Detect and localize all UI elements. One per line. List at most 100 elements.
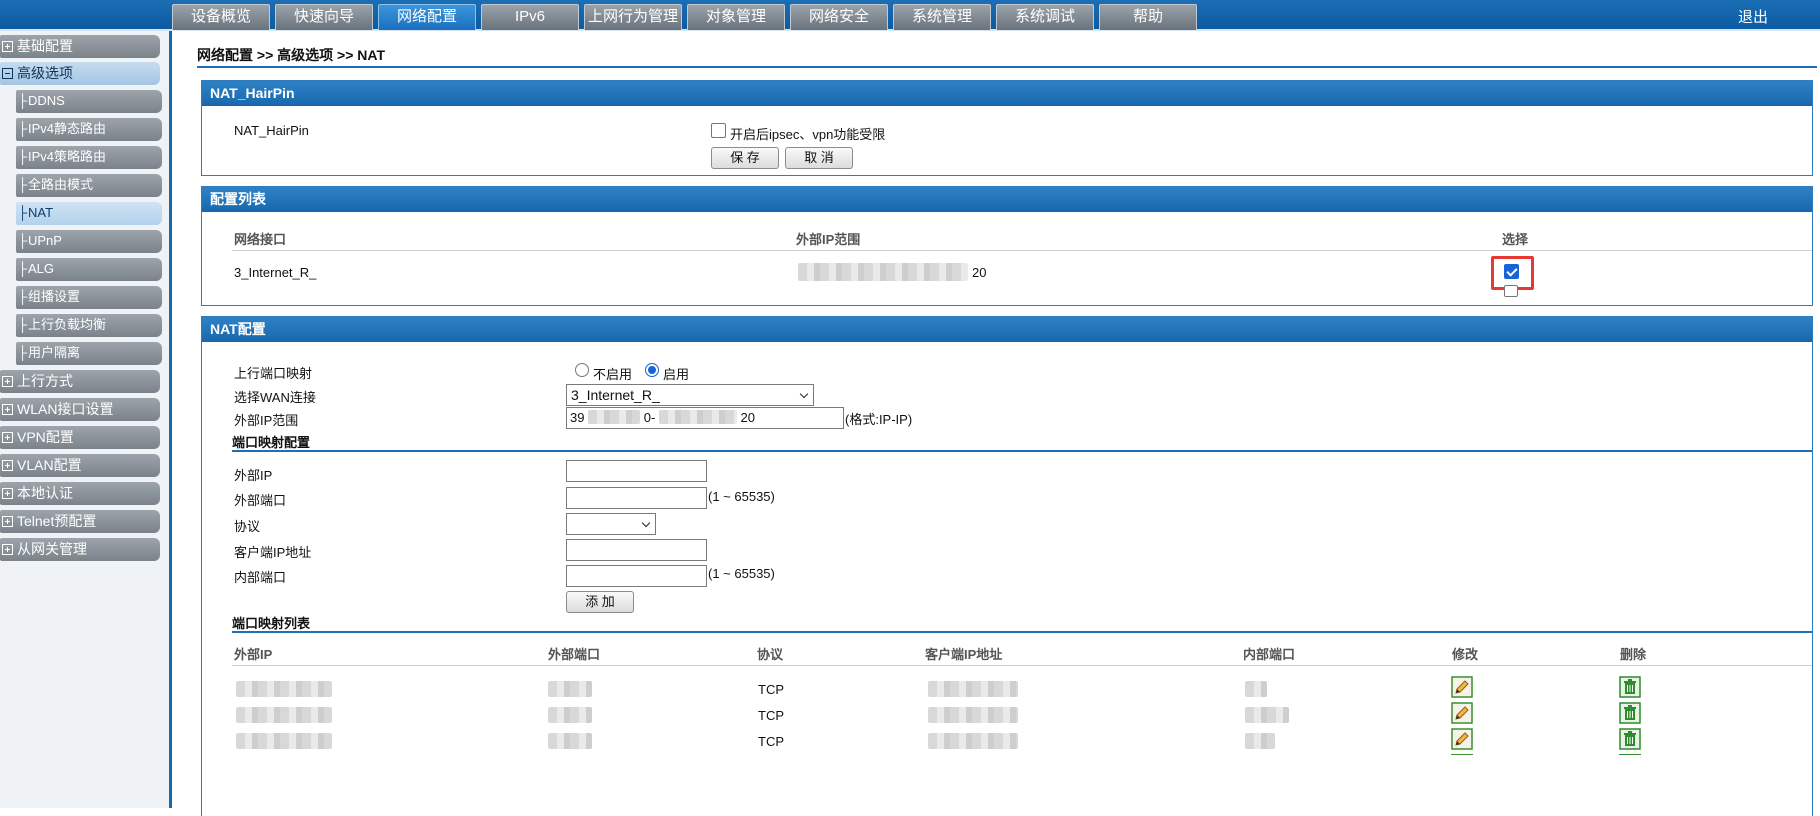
sidebar-item-full-route-mode[interactable]: ├全路由模式 — [16, 174, 162, 197]
sidebar-group-basic-config[interactable]: 基础配置 — [0, 35, 160, 58]
expand-plus-icon — [2, 488, 13, 499]
sidebar-group-uplink-mode[interactable]: 上行方式 — [0, 370, 160, 393]
tab-quick-wizard[interactable]: 快速向导 — [275, 4, 373, 30]
sidebar-group-advanced-options[interactable]: 高级选项 — [0, 62, 160, 85]
config-row-2-select-checkbox[interactable] — [1504, 285, 1518, 297]
tab-network-security[interactable]: 网络安全 — [790, 4, 888, 30]
tab-ipv6[interactable]: IPv6 — [481, 4, 579, 30]
radio-disable[interactable] — [575, 363, 589, 377]
cancel-button[interactable]: 取 消 — [785, 147, 853, 169]
sidebar-group-label: 基础配置 — [17, 38, 73, 54]
tree-branch-icon: ├ — [18, 289, 28, 304]
pencil-edit-icon[interactable] — [1451, 754, 1473, 760]
redacted-client-ip — [928, 707, 1018, 723]
sidebar-item-nat[interactable]: ├NAT — [16, 202, 162, 225]
sidebar-group-label: 本地认证 — [17, 485, 73, 501]
ext-ip-range-input[interactable]: 39 0- 20 — [566, 407, 844, 429]
tree-branch-icon: ├ — [18, 317, 28, 332]
chevron-down-icon — [641, 518, 651, 528]
expand-plus-icon — [2, 41, 13, 52]
sidebar-item-label: IPv4策略路由 — [28, 149, 107, 164]
sidebar-item-ddns[interactable]: ├DDNS — [16, 90, 162, 113]
row-protocol: TCP — [758, 682, 784, 697]
nat-config-section: NAT配置 上行端口映射 不启用 启用 选择WAN连接 3_Internet_R… — [201, 316, 1813, 816]
ext-ip-input[interactable] — [566, 460, 707, 482]
hairpin-label: NAT_HairPin — [234, 123, 309, 138]
tab-system-management[interactable]: 系统管理 — [893, 4, 991, 30]
trash-icon[interactable] — [1619, 754, 1641, 760]
sidebar-item-uplink-load-balance[interactable]: ├上行负载均衡 — [16, 314, 162, 337]
sidebar-group-label: 从网关管理 — [17, 541, 87, 557]
config-row-interface: 3_Internet_R_ — [234, 265, 317, 280]
save-button[interactable]: 保 存 — [711, 147, 779, 169]
sidebar-item-alg[interactable]: ├ALG — [16, 258, 162, 281]
config-row-select-checkbox[interactable] — [1504, 264, 1519, 279]
sidebar-item-label: ALG — [28, 261, 55, 276]
sidebar-group-wlan-interface[interactable]: WLAN接口设置 — [0, 398, 160, 421]
redacted-ext-ip — [236, 733, 332, 749]
int-port-label: 内部端口 — [234, 570, 287, 585]
redacted-int-port — [1245, 681, 1267, 697]
port-map-config-divider — [232, 450, 1812, 452]
config-list-section: 配置列表 网络接口 外部IP范围 选择 3_Internet_R_ 20 — [201, 186, 1813, 306]
column-header-ext-ip: 外部IP — [234, 647, 273, 662]
logout-link[interactable]: 退出 — [1738, 6, 1768, 27]
radio-enable[interactable] — [645, 363, 659, 377]
client-ip-input[interactable] — [566, 539, 707, 561]
redacted-client-ip — [928, 681, 1018, 697]
tab-object-management[interactable]: 对象管理 — [687, 4, 785, 30]
sidebar-group-label: Telnet预配置 — [17, 513, 97, 529]
add-button[interactable]: 添 加 — [566, 591, 634, 613]
port-map-list-title: 端口映射列表 — [232, 616, 311, 631]
sidebar-item-label: IPv4静态路由 — [28, 121, 107, 136]
sidebar-item-ipv4-policy-route[interactable]: ├IPv4策略路由 — [16, 146, 162, 169]
tree-branch-icon: ├ — [18, 205, 28, 220]
tab-system-debug[interactable]: 系统调试 — [996, 4, 1094, 30]
column-header-ip-range: 外部IP范围 — [796, 232, 861, 247]
sidebar-item-ipv4-static-route[interactable]: ├IPv4静态路由 — [16, 118, 162, 141]
sidebar-group-vpn-config[interactable]: VPN配置 — [0, 426, 160, 449]
hairpin-checkbox[interactable] — [711, 123, 726, 138]
tab-device-overview[interactable]: 设备概览 — [172, 4, 270, 30]
expand-plus-icon — [2, 432, 13, 443]
config-row-ip-range-suffix: 20 — [972, 265, 987, 280]
sidebar-item-upnp[interactable]: ├UPnP — [16, 230, 162, 253]
pencil-edit-icon[interactable] — [1451, 676, 1473, 698]
sidebar-group-slave-gateway[interactable]: 从网关管理 — [0, 538, 160, 561]
port-map-config-title: 端口映射配置 — [232, 435, 311, 450]
port-map-list-divider — [232, 631, 1812, 633]
expand-plus-icon — [2, 404, 13, 415]
sidebar-group-label: WLAN接口设置 — [17, 401, 114, 417]
ext-port-input[interactable] — [566, 487, 707, 509]
tree-branch-icon: ├ — [18, 233, 28, 248]
int-port-input[interactable] — [566, 565, 707, 587]
sidebar-item-user-isolation[interactable]: ├用户隔离 — [16, 342, 162, 365]
sidebar-group-telnet-preconfig[interactable]: Telnet预配置 — [0, 510, 160, 533]
column-header-select: 选择 — [1502, 232, 1529, 247]
sidebar-group-vlan-config[interactable]: VLAN配置 — [0, 454, 160, 477]
redacted-ext-port — [548, 707, 592, 723]
pencil-edit-icon[interactable] — [1451, 702, 1473, 724]
pencil-edit-icon[interactable] — [1451, 728, 1473, 750]
sidebar-group-local-auth[interactable]: 本地认证 — [0, 482, 160, 505]
tab-help[interactable]: 帮助 — [1099, 4, 1197, 30]
redacted-int-port — [1245, 707, 1289, 723]
trash-icon[interactable] — [1619, 702, 1641, 724]
tree-branch-icon: ├ — [18, 93, 28, 108]
tab-network-config[interactable]: 网络配置 — [378, 4, 476, 30]
sidebar-item-multicast[interactable]: ├组播设置 — [16, 286, 162, 309]
wan-connection-select[interactable]: 3_Internet_R_ — [566, 384, 814, 406]
radio-disable-label: 不启用 — [593, 367, 633, 382]
tree-branch-icon: ├ — [18, 177, 28, 192]
trash-icon[interactable] — [1619, 676, 1641, 698]
trash-icon[interactable] — [1619, 728, 1641, 750]
column-header-ext-port: 外部端口 — [548, 647, 601, 662]
sidebar-item-label: 上行负载均衡 — [28, 317, 107, 332]
tab-behavior-management[interactable]: 上网行为管理 — [584, 4, 682, 30]
ext-ip-range-part-c: 20 — [740, 410, 755, 425]
tree-branch-icon: ├ — [18, 261, 28, 276]
ext-ip-range-part-b: 0- — [643, 410, 656, 425]
protocol-select[interactable] — [566, 513, 656, 535]
sidebar-group-label: VPN配置 — [17, 429, 74, 445]
redacted-ext-port — [548, 681, 592, 697]
